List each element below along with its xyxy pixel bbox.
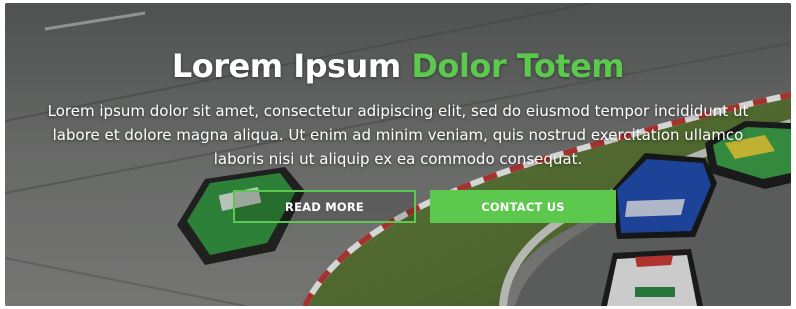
contact-us-button[interactable]: CONTACT US [430, 190, 616, 223]
hero-title-accent: Dolor Totem [411, 47, 625, 85]
hero-description: Lorem ipsum dolor sit amet, consectetur … [5, 99, 791, 171]
hero-title: Lorem Ipsum Dolor Totem [5, 47, 791, 85]
read-more-button[interactable]: READ MORE [233, 190, 416, 223]
hero-banner: Lorem Ipsum Dolor Totem Lorem ipsum dolo… [5, 3, 791, 306]
hero-title-main: Lorem Ipsum [171, 47, 412, 85]
hero-description-line: Lorem ipsum dolor sit amet, consectetur … [47, 102, 749, 120]
hero-description-line: labore et dolore magna aliqua. Ut enim a… [52, 126, 744, 144]
hero-description-line: laboris nisi ut aliquip ex ea commodo co… [213, 150, 583, 168]
